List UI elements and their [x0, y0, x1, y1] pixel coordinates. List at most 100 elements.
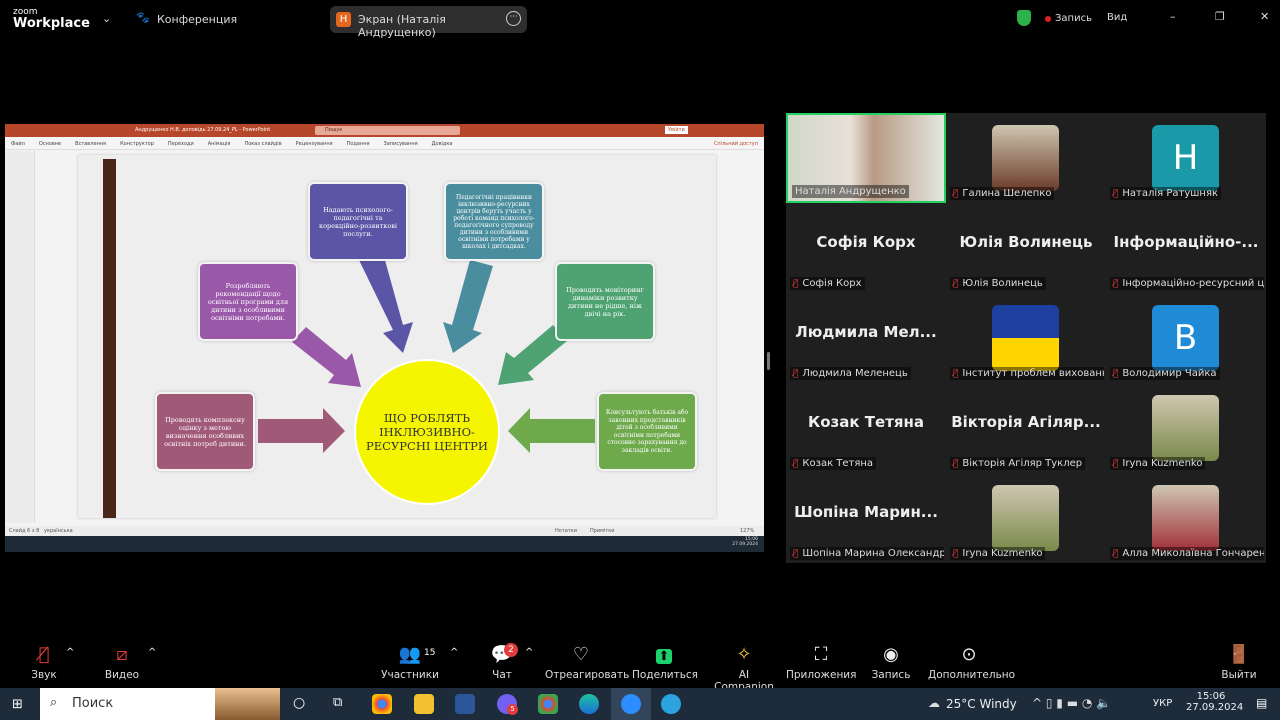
audio-options-caret[interactable]: ^ [66, 647, 74, 658]
ribbon-tab[interactable]: Основне [39, 141, 61, 147]
participant-name-label: 🎙̸ Юлія Волинець [950, 277, 1046, 290]
taskbar-search[interactable]: ⌕ Поиск [40, 688, 280, 720]
windows-start-icon[interactable]: ⊞ [12, 697, 23, 712]
comments-button[interactable]: Примітки [590, 528, 615, 534]
participant-tile[interactable]: 🎙̸ Галина Шелепко [946, 113, 1106, 203]
shield-icon[interactable] [1017, 10, 1031, 26]
audio-button[interactable]: 🎙̸ Звук [22, 637, 66, 681]
weather-icon[interactable]: ☁ [928, 696, 940, 710]
participant-name: Вікторія Агіляр Туклер [962, 458, 1083, 469]
weather-text[interactable]: 25°C Windy [946, 697, 1017, 711]
share-button[interactable]: ⬆ Поделиться [632, 637, 698, 681]
participant-gallery: Наталія Андрущенко 🎙̸ Галина Шелепко Н 🎙̸ Нат… [786, 113, 1266, 563]
share-ppt-button[interactable]: Спільний доступ [714, 141, 758, 147]
participant-name: Козак Тетяна [802, 458, 874, 469]
mic-muted-icon: 🎙̸ [793, 279, 799, 289]
more-icon[interactable]: ··· [506, 11, 521, 26]
record-button[interactable]: ◉ Запись [866, 637, 916, 681]
view-button[interactable]: Вид [1107, 12, 1127, 23]
participant-name: Галина Шелепко [962, 188, 1052, 199]
tray-icons[interactable]: ^ ▯ ▮ ▬ ◔ 🔈 [1032, 696, 1111, 710]
center-circle: ЩО РОБЛЯТЬ ІНКЛЮЗИВНО-РЕСУРСНІ ЦЕНТРИ [354, 359, 500, 505]
ai-companion-button[interactable]: ✧ AI Companion [708, 637, 780, 693]
telegram-icon[interactable] [661, 694, 681, 714]
ribbon-tab[interactable]: Анімація [208, 141, 231, 147]
participant-tile[interactable]: Софія Корх 🎙̸ Софія Корх [786, 203, 946, 293]
chrome-profile-icon[interactable] [538, 694, 558, 714]
ribbon-tab[interactable]: Вставлення [75, 141, 106, 147]
video-button[interactable]: ⧄ Видео [100, 637, 144, 681]
notes-button[interactable]: Нотатки [555, 528, 577, 534]
arrow [292, 327, 361, 387]
participant-tile[interactable]: Інформаційно-... 🎙̸ Інформаційно-ресурсний… [1106, 203, 1266, 293]
participant-tile[interactable]: Н 🎙̸ Наталія Ратушняк [1106, 113, 1266, 203]
participant-tile[interactable]: Козак Тетяна 🎙̸ Козак Тетяна [786, 383, 946, 473]
participant-tile[interactable]: Наталія Андрущенко [786, 113, 946, 203]
participant-tile[interactable]: 🎙̸ Алла Миколаївна Гончарен... [1106, 473, 1266, 563]
zoom-level[interactable]: 127% [740, 528, 754, 534]
react-button[interactable]: ♡ Отреагировать [545, 637, 629, 681]
ribbon-tab[interactable]: Рецензування [296, 141, 333, 147]
participant-name: Наталія Ратушняк [1122, 188, 1219, 199]
sparkle-icon: ✧ [736, 644, 752, 665]
participants-caret[interactable]: ^ [450, 647, 458, 658]
edge-icon[interactable] [579, 694, 599, 714]
meeting-info-icon[interactable]: 🐾 [136, 11, 150, 24]
file-explorer-icon[interactable] [414, 694, 434, 714]
ribbon-tab[interactable]: Файл [11, 141, 25, 147]
language-indicator[interactable]: УКР [1153, 698, 1172, 709]
notifications-icon[interactable]: ▤ [1256, 696, 1267, 710]
mic-muted-icon: 🎙̸ [953, 189, 959, 199]
meeting-label[interactable]: Конференция [157, 13, 237, 26]
ribbon-tab[interactable]: Показ слайдів [244, 141, 281, 147]
restore-icon[interactable]: ❐ [1215, 10, 1225, 23]
ribbon-tab[interactable]: Подання [347, 141, 370, 147]
slide-thumbnails[interactable] [5, 151, 35, 523]
clock[interactable]: 15:06 27.09.2024 [1186, 691, 1243, 713]
task-view-icon[interactable]: ⧉ [333, 695, 342, 710]
more-label: Дополнительно [928, 669, 1016, 681]
participant-name: Iryna Kuzmenko [1122, 458, 1203, 469]
participant-tile[interactable]: Людмила Мел... 🎙̸ Людмила Меленець [786, 293, 946, 383]
ribbon-tab[interactable]: Довідка [432, 141, 453, 147]
participant-name: Алла Миколаївна Гончарен... [1122, 548, 1264, 559]
minimize-icon[interactable]: – [1170, 10, 1176, 23]
screen-share-indicator[interactable]: Н Экран (Наталія Андрущенко) ··· [330, 6, 527, 39]
participant-tile[interactable]: 🎙̸ Iryna Kuzmenko [1106, 383, 1266, 473]
signin-button[interactable]: Увійти [665, 126, 688, 134]
apps-button[interactable]: ⛶ Приложения [786, 637, 856, 681]
cortana-icon[interactable]: ○ [293, 695, 305, 711]
participant-tile[interactable]: Юлія Волинець 🎙̸ Юлія Волинець [946, 203, 1106, 293]
more-button[interactable]: ⊙ Дополнительно [928, 637, 1016, 681]
powerpoint-title-bar: Андрущенко Н.В. доповідь 27.09.24_PL - P… [5, 124, 764, 137]
chat-caret[interactable]: ^ [525, 647, 533, 658]
participants-button[interactable]: 👥 Участники [380, 637, 440, 681]
participant-display-name: Софія Корх [816, 233, 916, 251]
ribbon-tab[interactable]: Записування [384, 141, 418, 147]
chevron-down-icon[interactable]: ⌄ [102, 12, 111, 25]
leave-button[interactable]: 🚪 Выйти [1220, 637, 1258, 681]
meeting-toolbar: 🎙̸ Звук ^ ⧄ Видео ^ 👥 Участники 15 ^ 💬 Чат 2… [0, 637, 1280, 693]
zoom-taskbar-active[interactable] [611, 688, 651, 720]
close-icon[interactable]: ✕ [1260, 10, 1269, 23]
record-icon: ◉ [883, 644, 899, 665]
share-screen-icon: ⬆ [632, 637, 696, 669]
participant-tile[interactable]: В 🎙̸ Володимир Чайка [1106, 293, 1266, 383]
chat-button[interactable]: 💬 Чат [482, 637, 522, 681]
video-options-caret[interactable]: ^ [148, 647, 156, 658]
participant-tile[interactable]: Шопіна Марин... 🎙̸ Шопіна Марина Олександр… [786, 473, 946, 563]
participant-tile[interactable]: 🎙̸ Iryna Kuzmenko [946, 473, 1106, 563]
participant-tile[interactable]: 🎙̸ Інститут проблем вихованн... [946, 293, 1106, 383]
word-icon[interactable] [455, 694, 475, 714]
participant-display-name: Інформаційно-... [1113, 233, 1259, 251]
participant-tile[interactable]: Вікторія Агіляр... 🎙̸ Вікторія Агіляр Тукл… [946, 383, 1106, 473]
document-title: Андрущенко Н.В. доповідь 27.09.24_PL - P… [135, 127, 271, 133]
recording-label[interactable]: Запись [1055, 13, 1092, 24]
ppt-search[interactable]: Пошук [315, 126, 460, 135]
ribbon-tab[interactable]: Конструктор [120, 141, 154, 147]
video-off-icon: ⧄ [116, 644, 128, 665]
participant-name-label: 🎙̸ Iryna Kuzmenko [1110, 457, 1206, 470]
splitter-handle[interactable] [767, 352, 770, 370]
chrome-icon[interactable] [372, 694, 392, 714]
ribbon-tab[interactable]: Переходи [168, 141, 194, 147]
